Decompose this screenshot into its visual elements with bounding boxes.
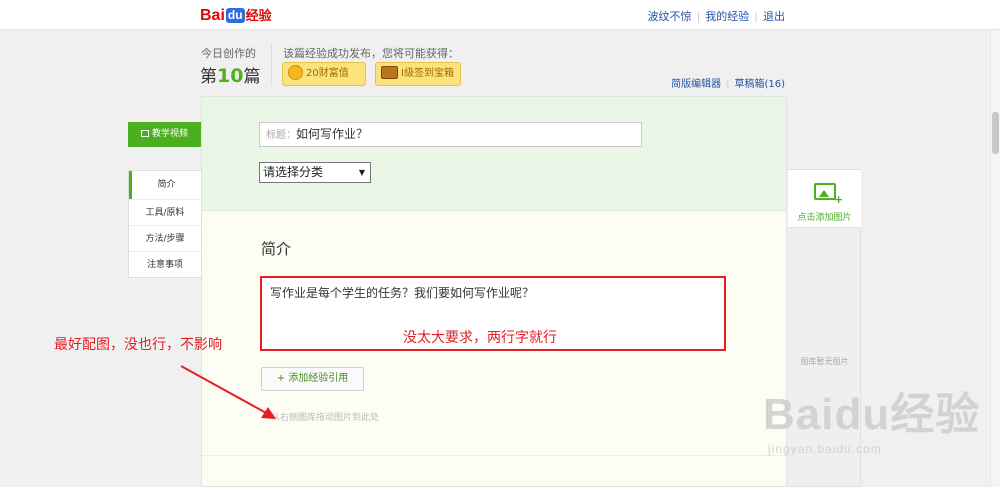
no-image-label: 图库暂无图片 <box>800 357 849 366</box>
add-picture-icon <box>814 183 836 200</box>
treasure-chest-icon <box>381 66 398 79</box>
add-image-button[interactable]: + 点击添加图片 <box>788 170 861 228</box>
user-name-link[interactable]: 波纹不惊 <box>648 10 692 23</box>
coin-icon <box>288 65 303 80</box>
section-nav: 简介 工具/原料 方法/步骤 注意事项 <box>128 170 203 278</box>
logo-du: du <box>225 8 245 23</box>
dropdown-arrow-icon: ▼ <box>358 168 365 177</box>
logout-link[interactable]: 退出 <box>763 10 785 23</box>
intro-text: 写作业是每个学生的任务？我们要如何写作业呢？ <box>270 286 535 300</box>
simple-editor-link[interactable]: 简版编辑器 <box>671 79 721 90</box>
add-reference-button[interactable]: + 添加经验引用 <box>261 367 364 391</box>
baidu-watermark: Baidu经验 jingyan.baidu.com <box>763 390 981 456</box>
section-divider <box>202 455 786 456</box>
intro-annotation: 没太大要求，两行字就行 <box>403 330 557 346</box>
reward-label: 该篇经验成功发布，您将可能获得： <box>283 47 459 60</box>
scrollbar-thumb[interactable] <box>992 112 999 154</box>
user-links: 波纹不惊 | 我的经验 | 退出 <box>647 10 785 23</box>
title-area: 标题：如何写作业？ 请选择分类 ▼ <box>202 97 786 211</box>
video-icon <box>140 130 149 137</box>
nav-item-steps[interactable]: 方法/步骤 <box>129 225 201 251</box>
logo-jingyan: 经验 <box>245 8 272 23</box>
intro-textarea[interactable]: 写作业是每个学生的任务？我们要如何写作业呢？ 没太大要求，两行字就行 <box>260 276 726 351</box>
scrollbar[interactable] <box>990 30 1000 487</box>
today-label: 今日创作的 <box>201 47 256 60</box>
today-count: 第10篇 <box>200 65 261 87</box>
wealth-reward-badge: 20财富值 <box>282 62 366 86</box>
drafts-link[interactable]: 草稿箱(16) <box>734 79 785 90</box>
tutorial-video-button[interactable]: 教学视频 <box>128 122 201 147</box>
top-bar: Bai du 经验 波纹不惊 | 我的经验 | 退出 <box>0 0 1000 30</box>
count-number: 10 <box>217 65 244 87</box>
my-experience-link[interactable]: 我的经验 <box>705 10 749 23</box>
editor-links: 简版编辑器 | 草稿箱(16) <box>671 79 785 90</box>
title-input[interactable]: 标题：如何写作业？ <box>259 122 642 147</box>
logo-bai: Bai <box>200 7 225 24</box>
drag-image-hint: 从右侧图库拖动图片到此处 <box>271 413 380 423</box>
chest-reward-badge: I级签到宝箱 <box>375 62 461 86</box>
divider <box>271 44 272 86</box>
nav-item-tools[interactable]: 工具/原料 <box>129 199 201 225</box>
editor-main: 标题：如何写作业？ 请选择分类 ▼ 简介 写作业是每个学生的任务？我们要如何写作业… <box>201 96 787 487</box>
category-select[interactable]: 请选择分类 ▼ <box>259 162 371 183</box>
baidu-jingyan-logo[interactable]: Bai du 经验 <box>200 7 272 25</box>
nav-item-intro[interactable]: 简介 <box>129 171 203 199</box>
intro-heading: 简介 <box>261 240 292 258</box>
nav-item-notes[interactable]: 注意事项 <box>129 251 201 277</box>
add-image-label: 点击添加图片 <box>797 213 852 223</box>
image-tip-annotation: 最好配图，没也行，不影响 <box>54 337 222 353</box>
